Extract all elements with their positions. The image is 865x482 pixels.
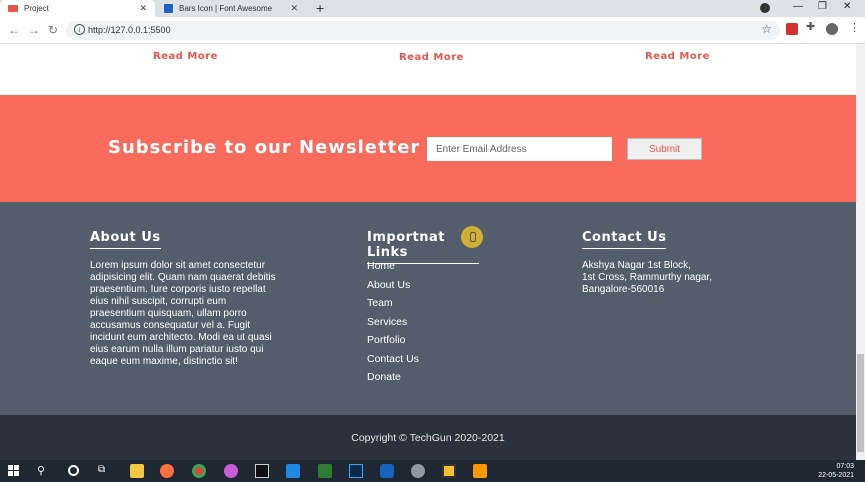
read-more-link[interactable]: Read More: [645, 51, 710, 62]
tab-title: Bars Icon | Font Awesome: [179, 4, 273, 13]
browser-canary-icon[interactable]: [224, 464, 238, 478]
tab-project[interactable]: Project ✕: [0, 0, 155, 17]
important-links-list: Home About Us Team Services Portfolio Co…: [367, 260, 419, 390]
font-awesome-favicon-icon: [164, 4, 173, 13]
reload-icon[interactable]: ↻: [48, 23, 58, 37]
photoshop-icon[interactable]: [349, 464, 363, 478]
address-line: 1st Cross, Rammurthy nagar,: [582, 272, 713, 283]
footer-link-team[interactable]: Team: [367, 297, 419, 316]
windows-start-icon[interactable]: [8, 464, 22, 478]
sublime-text-icon[interactable]: [473, 464, 487, 478]
footer-link-contact[interactable]: Contact Us: [367, 353, 419, 372]
contact-address: Akshya Nagar 1st Block, 1st Cross, Rammu…: [582, 260, 712, 296]
app-green-icon[interactable]: [318, 464, 332, 478]
file-explorer-icon[interactable]: [130, 464, 144, 478]
address-line: Bangalore-560016: [582, 284, 665, 295]
footer: About Us Lorem ipsum dolor sit amet cons…: [0, 202, 856, 415]
page-scrollbar[interactable]: [856, 44, 865, 460]
notion-icon[interactable]: [255, 464, 269, 478]
newsletter-section: Subscribe to our Newsletter Submit: [0, 95, 856, 202]
system-clock[interactable]: 07:03 22-05-2021: [818, 462, 854, 480]
window-close-button[interactable]: ✕: [843, 1, 851, 12]
footer-link-services[interactable]: Services: [367, 316, 419, 335]
close-tab-icon[interactable]: ✕: [290, 3, 298, 14]
browser-toolbar: ← → ↻ i http://127.0.0.1:5500 ☆ ✚ ⋮: [0, 17, 865, 44]
minimize-button[interactable]: —: [793, 1, 803, 12]
read-more-link[interactable]: Read More: [399, 52, 464, 63]
email-input[interactable]: [427, 137, 612, 161]
clock-date: 22-05-2021: [818, 472, 854, 479]
profile-avatar[interactable]: [826, 23, 838, 35]
bookmark-star-icon[interactable]: ☆: [761, 22, 772, 36]
paint-icon[interactable]: [411, 464, 425, 478]
cortana-icon[interactable]: [68, 465, 79, 476]
mouse-cursor-highlight: [461, 226, 483, 248]
search-icon[interactable]: ⚲: [37, 464, 51, 478]
restore-button[interactable]: ❐: [818, 1, 827, 12]
about-text: Lorem ipsum dolor sit amet consectetur a…: [90, 260, 276, 367]
scrollbar-thumb[interactable]: [857, 354, 864, 452]
read-more-link[interactable]: Read More: [153, 51, 218, 62]
copyright-text: Copyright © TechGun 2020-2021: [351, 432, 505, 444]
new-tab-button[interactable]: +: [316, 0, 324, 16]
back-arrow-icon[interactable]: ←: [8, 23, 20, 37]
page-viewport: Read More Read More Read More Subscribe …: [0, 44, 856, 460]
firefox-icon[interactable]: [160, 464, 174, 478]
task-view-icon[interactable]: ⧉: [98, 464, 112, 478]
extensions-puzzle-icon[interactable]: ✚: [806, 20, 818, 33]
profile-menu-icon[interactable]: [760, 3, 770, 13]
windows-taskbar: ⚲ ⧉ 07:03 22-05-2021: [0, 460, 865, 482]
forward-arrow-icon[interactable]: →: [28, 23, 40, 37]
footer-link-home[interactable]: Home: [367, 260, 419, 279]
site-info-icon[interactable]: i: [74, 24, 85, 35]
vscode-icon[interactable]: [286, 464, 300, 478]
submit-button[interactable]: Submit: [627, 138, 702, 160]
app-blue-icon[interactable]: [380, 464, 394, 478]
contact-heading: Contact Us: [582, 230, 667, 249]
address-bar[interactable]: i http://127.0.0.1:5500 ☆: [66, 21, 780, 40]
footer-link-portfolio[interactable]: Portfolio: [367, 334, 419, 353]
tab-font-awesome[interactable]: Bars Icon | Font Awesome ✕: [156, 0, 306, 17]
sticky-notes-icon[interactable]: [442, 464, 456, 478]
clock-time: 07:03: [836, 463, 854, 470]
address-line: Akshya Nagar 1st Block,: [582, 260, 691, 271]
menu-kebab-icon[interactable]: ⋮: [849, 21, 861, 34]
about-heading: About Us: [90, 230, 161, 249]
chrome-icon[interactable]: [192, 464, 206, 478]
footer-link-about[interactable]: About Us: [367, 279, 419, 298]
newsletter-title: Subscribe to our Newsletter: [108, 137, 421, 158]
footer-link-donate[interactable]: Donate: [367, 371, 419, 390]
copyright-bar: Copyright © TechGun 2020-2021: [0, 415, 856, 460]
browser-tab-strip: Project ✕ Bars Icon | Font Awesome ✕ + —…: [0, 0, 865, 17]
tab-title: Project: [24, 4, 49, 13]
project-favicon-icon: [8, 5, 18, 12]
close-tab-icon[interactable]: ✕: [139, 3, 147, 14]
pdf-extension-icon[interactable]: [786, 23, 798, 35]
url-text[interactable]: http://127.0.0.1:5500: [88, 25, 171, 35]
